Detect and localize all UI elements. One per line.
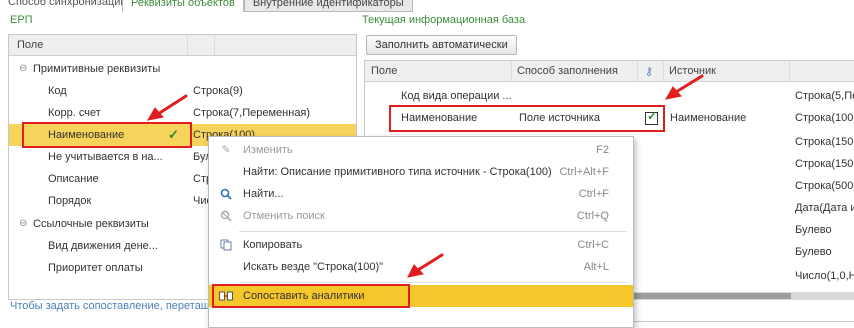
annotation-arrows [147,74,704,278]
arrow-right [674,74,704,94]
arrow-menu [416,253,444,272]
arrow-left [156,94,188,116]
